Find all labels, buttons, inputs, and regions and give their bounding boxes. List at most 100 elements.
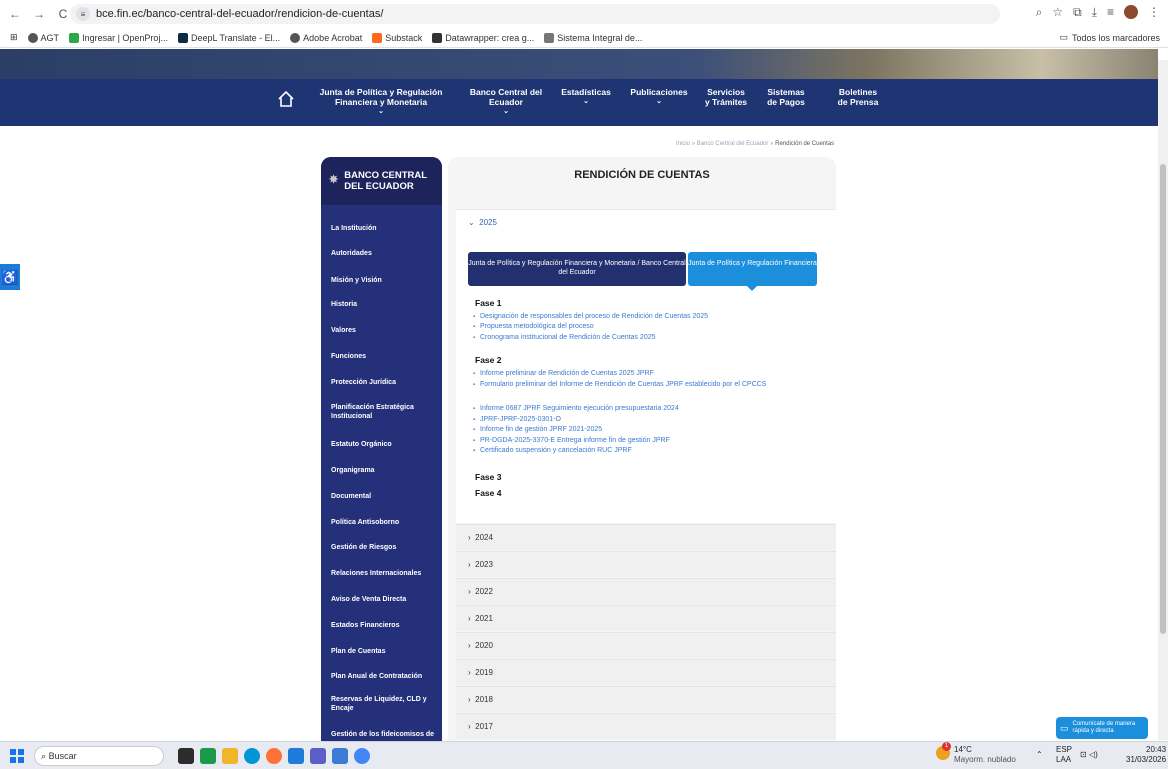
taskbar-search[interactable]: ⌕ Buscar: [34, 746, 164, 766]
sidebar-item[interactable]: La Institución: [331, 224, 436, 233]
document-link[interactable]: Designación de responsables del proceso …: [473, 313, 790, 321]
task-view-icon[interactable]: [178, 748, 194, 764]
sidebar: ✵ BANCO CENTRAL DEL ECUADOR La Instituci…: [321, 157, 442, 741]
reading-list-icon[interactable]: ≡: [1107, 5, 1114, 20]
sidebar-item[interactable]: Relaciones Internacionales: [331, 569, 436, 578]
sidebar-item[interactable]: Reservas de Liquidez, CLD y Encaje: [331, 695, 436, 713]
breadcrumb-home[interactable]: Inicio: [676, 141, 690, 147]
bookmark-item[interactable]: Datawrapper: crea g...: [432, 32, 534, 43]
menu-icon[interactable]: ⋮: [1148, 5, 1160, 20]
document-link[interactable]: JPRF-JPRF-2025-0301-O: [473, 416, 790, 424]
firefox-icon[interactable]: [266, 748, 282, 764]
teams-icon[interactable]: [310, 748, 326, 764]
accessibility-icon[interactable]: ♿: [0, 264, 20, 290]
bookmark-item[interactable]: AGT: [27, 32, 59, 43]
sidebar-item[interactable]: Funciones: [331, 352, 436, 361]
extensions-icon[interactable]: ⧉: [1073, 5, 1082, 20]
sidebar-item[interactable]: Política Antisoborno: [331, 518, 436, 527]
page-scrollbar[interactable]: [1158, 60, 1168, 740]
forward-icon[interactable]: →: [30, 5, 48, 23]
document-link[interactable]: Formulario preliminar del Informe de Ren…: [473, 381, 790, 389]
fase-heading[interactable]: Fase 3: [475, 472, 501, 482]
accordion-year[interactable]: › 2024: [456, 524, 836, 550]
windows-start-icon[interactable]: [10, 749, 24, 763]
nav-junta[interactable]: Junta de Política y Regulación Financier…: [316, 87, 446, 117]
accordion-header-2025[interactable]: ⌄ 2025: [468, 218, 497, 227]
sidebar-item[interactable]: Autoridades: [331, 249, 436, 258]
sidebar-item[interactable]: Estados Financieros: [331, 621, 436, 630]
accordion-year[interactable]: › 2019: [456, 659, 836, 685]
site-info-icon[interactable]: ≡: [76, 7, 90, 21]
nav-sistemas[interactable]: Sistemas de Pagos: [764, 87, 808, 107]
sidebar-item[interactable]: Planificación Estratégica Institucional: [331, 403, 436, 421]
bookmark-item[interactable]: Sistema Integral de...: [544, 32, 642, 43]
sidebar-item[interactable]: Protección Jurídica: [331, 378, 436, 387]
tab-junta-bce[interactable]: Junta de Política y Regulación Financier…: [468, 252, 686, 286]
breadcrumb-current: Rendición de Cuentas: [775, 141, 835, 147]
weather-icon: 1: [936, 742, 951, 760]
sidebar-item[interactable]: Misión y Visión: [331, 276, 436, 285]
app-icon[interactable]: [288, 748, 304, 764]
network-sound-icon[interactable]: ⊡ ◁): [1080, 750, 1098, 760]
star-icon[interactable]: ☆: [1052, 5, 1063, 20]
bookmark-item[interactable]: DeepL Translate - El...: [177, 32, 280, 43]
sidebar-item[interactable]: Plan Anual de Contratación: [331, 672, 436, 681]
zoom-icon[interactable]: ⌕: [1036, 5, 1043, 20]
all-bookmarks[interactable]: ▭ Todos los marcadores: [1059, 32, 1160, 43]
nav-servicios[interactable]: Servicios y Trámites: [704, 87, 748, 107]
sidebar-item[interactable]: Estatuto Orgánico: [331, 440, 436, 449]
chat-button[interactable]: ▭ Comunícate de manera rápida y directa: [1056, 717, 1148, 739]
bookmark-item[interactable]: Ingresar | OpenProj...: [69, 32, 168, 43]
tab-junta-financiera[interactable]: Junta de Política y Regulación Financier…: [688, 252, 817, 286]
folder-icon: ▭: [1059, 32, 1068, 42]
chrome-icon[interactable]: [354, 748, 370, 764]
nav-boletines[interactable]: Boletines de Prensa: [834, 87, 882, 107]
bookmark-item[interactable]: Adobe Acrobat: [290, 32, 362, 43]
chevron-right-icon: ›: [468, 533, 471, 542]
accordion-year[interactable]: › 2023: [456, 551, 836, 577]
sidebar-item[interactable]: Historia: [331, 300, 436, 309]
scrollbar-thumb[interactable]: [1160, 164, 1166, 634]
fase-heading[interactable]: Fase 4: [475, 488, 501, 498]
profile-avatar[interactable]: [1124, 5, 1138, 19]
breadcrumb-banco[interactable]: Banco Central del Ecuador: [697, 141, 769, 147]
document-link[interactable]: Informe fin de gestión JPRF 2021-2025: [473, 426, 790, 434]
document-link[interactable]: Cronograma institucional de Rendición de…: [473, 334, 790, 342]
document-link[interactable]: Propuesta metodológica del proceso: [473, 323, 790, 331]
nav-banco-central[interactable]: Banco Central del Ecuador ⌄: [466, 87, 546, 117]
app-icon[interactable]: [332, 748, 348, 764]
nav-publicaciones[interactable]: Publicaciones ⌄: [626, 87, 692, 107]
hp-icon[interactable]: [244, 748, 260, 764]
clock[interactable]: 20:43 31/03/2026: [1126, 745, 1166, 765]
tray-chevron-icon[interactable]: ⌃: [1036, 750, 1043, 760]
download-icon[interactable]: ⤓: [1092, 5, 1097, 20]
active-tab-indicator: [747, 286, 757, 291]
nav-estadisticas[interactable]: Estadísticas ⌄: [554, 87, 618, 107]
accordion-year[interactable]: › 2021: [456, 605, 836, 631]
sidebar-item[interactable]: Documental: [331, 492, 436, 501]
sidebar-item[interactable]: Aviso de Venta Directa: [331, 595, 436, 604]
sidebar-item[interactable]: Valores: [331, 326, 436, 335]
home-icon[interactable]: [276, 89, 296, 109]
document-link[interactable]: Informe 0687 JPRF Seguimiento ejecución …: [473, 405, 790, 413]
back-icon[interactable]: ←: [6, 5, 24, 23]
accordion-year[interactable]: › 2020: [456, 632, 836, 658]
app-icon[interactable]: [200, 748, 216, 764]
sidebar-item[interactable]: Plan de Cuentas: [331, 647, 436, 656]
document-link[interactable]: Informe preliminar de Rendición de Cuent…: [473, 370, 790, 378]
file-explorer-icon[interactable]: [222, 748, 238, 764]
chevron-right-icon: ›: [468, 560, 471, 569]
accordion-year[interactable]: › 2022: [456, 578, 836, 604]
accordion-year[interactable]: › 2017: [456, 713, 836, 739]
sidebar-item[interactable]: Gestión de Riesgos: [331, 543, 436, 552]
accordion-year[interactable]: › 2018: [456, 686, 836, 712]
sidebar-item[interactable]: Organigrama: [331, 466, 436, 475]
address-bar[interactable]: ≡ bce.fin.ec/banco-central-del-ecuador/r…: [70, 4, 1000, 24]
document-link[interactable]: PR-DGDA-2025-3370-E Entrega informe fin …: [473, 437, 790, 445]
document-link[interactable]: Certificado suspensión y cancelación RUC…: [473, 447, 790, 455]
weather-widget[interactable]: 1: [936, 742, 951, 760]
apps-icon[interactable]: ⊞: [10, 32, 18, 43]
bookmark-item[interactable]: Substack: [372, 32, 422, 43]
language-indicator[interactable]: ESP LAA: [1056, 745, 1072, 765]
sidebar-item[interactable]: Gestión de los fideicomisos de: [331, 730, 436, 739]
